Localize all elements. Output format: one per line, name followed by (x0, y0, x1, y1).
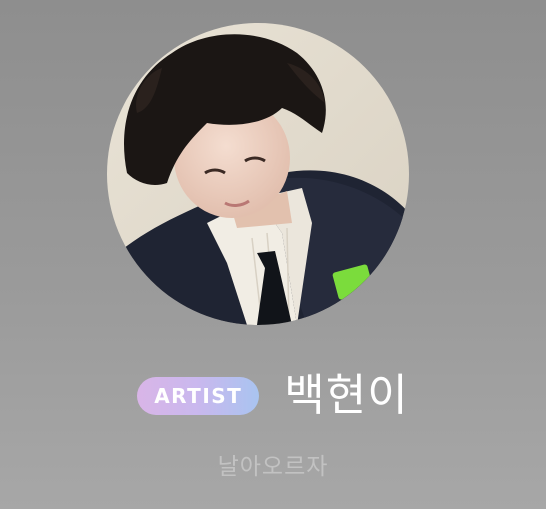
profile-photo[interactable] (107, 23, 409, 325)
artist-badge: ARTIST (137, 377, 260, 415)
artist-name: 백현이 (284, 370, 409, 421)
status-message: 날아오르자 (217, 454, 329, 480)
profile-photo-image (107, 23, 409, 325)
name-row: ARTIST 백현이 (0, 365, 546, 427)
